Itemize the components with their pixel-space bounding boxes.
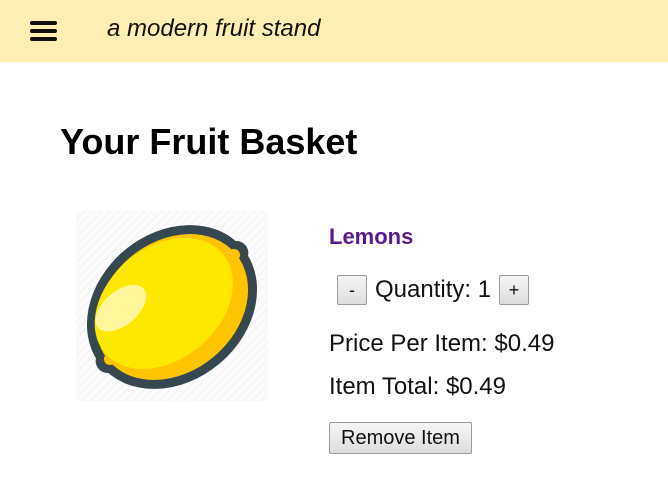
hamburger-menu-icon[interactable] <box>28 17 60 45</box>
product-name: Lemons <box>329 224 414 249</box>
page-title: Your Fruit Basket <box>60 121 358 162</box>
decrement-quantity-button[interactable]: - <box>337 275 367 305</box>
increment-quantity-button[interactable]: + <box>499 275 530 305</box>
price-per-item: Price Per Item: $0.49 <box>329 330 555 357</box>
item-total: Item Total: $0.49 <box>329 373 506 400</box>
menu-bar-middle <box>30 29 57 33</box>
menu-bar-bottom <box>30 37 57 41</box>
remove-item-button[interactable]: Remove Item <box>329 422 472 454</box>
lemon-icon <box>76 211 268 401</box>
site-header: a modern fruit stand <box>0 0 668 62</box>
site-title: a modern fruit stand <box>107 15 321 42</box>
menu-bar-top <box>30 21 57 25</box>
quantity-stepper: - Quantity: 1 + <box>337 274 530 306</box>
quantity-label: Quantity: 1 <box>375 276 492 303</box>
